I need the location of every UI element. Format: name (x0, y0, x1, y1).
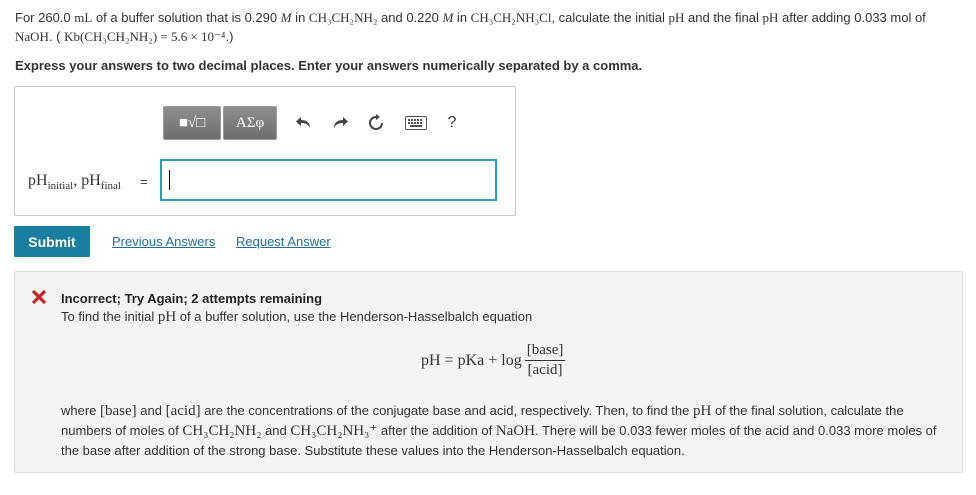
instructions: Express your answers to two decimal plac… (15, 58, 643, 73)
hint-segment: of a buffer solution, use the Henderson-… (176, 309, 533, 324)
text-caret (169, 170, 170, 190)
reset-button[interactable] (361, 108, 391, 138)
greek-icon: ΑΣφ (235, 114, 265, 131)
feedback-title: Incorrect; Try Again; 2 attempts remaini… (61, 291, 323, 306)
question-segment: . ( (48, 29, 65, 44)
unit-ml: mL (74, 10, 93, 25)
question-segment: , calculate the initial (551, 10, 669, 25)
question-segment: and the final (684, 10, 763, 25)
question-segment: in (291, 10, 309, 25)
templates-icon: ■√□ (178, 114, 206, 131)
answer-label: pHinitial, pHfinal (28, 172, 121, 192)
question-segment: in (453, 10, 471, 25)
ph-symbol: pH (157, 309, 177, 325)
base-formula: CH₃CH₂NH₂ (308, 10, 378, 25)
label-subscript-final: final (100, 180, 121, 193)
explanation-segment: after the addition of (377, 423, 496, 438)
conjugate-acid-formula: CH₃CH₂NH₃⁺ (290, 423, 378, 439)
request-answer-link[interactable]: Request Answer (236, 234, 331, 249)
question-segment: of a buffer solution that is 0.290 (92, 10, 281, 25)
fraction-denominator: [acid] (527, 362, 563, 378)
ph-symbol: pH (762, 10, 779, 25)
question-segment: and 0.220 (377, 10, 443, 25)
question-segment: after adding 0.033 mol of (778, 10, 926, 25)
acid-term: [acid] (165, 403, 201, 419)
templates-button[interactable]: ■√□ (163, 106, 221, 140)
henderson-hasselbalch-equation: pH = pKa + log [base] [acid] (421, 342, 566, 379)
redo-icon (334, 117, 348, 128)
kb-expression: Kb(CH₃CH₂NH₂) = 5.6 × 10⁻⁴ (64, 29, 226, 44)
explanation-segment: and (136, 403, 166, 418)
equation-fraction: [base] [acid] (524, 342, 566, 379)
explanation-segment: and (261, 423, 291, 438)
redo-button[interactable] (325, 108, 355, 138)
previous-answers-link[interactable]: Previous Answers (112, 234, 215, 249)
label-subscript-initial: initial (47, 180, 74, 193)
undo-icon (296, 117, 310, 128)
ph-symbol: pH (692, 403, 712, 419)
explanation-segment: are the concentrations of the conjugate … (200, 403, 693, 418)
incorrect-x-icon (31, 289, 47, 305)
undo-button[interactable] (289, 108, 319, 138)
acid-formula: CH₃CH₂NH₃Cl (470, 10, 552, 25)
reset-icon (369, 114, 383, 130)
hint-segment: To find the initial (61, 309, 158, 324)
help-icon: ? (447, 114, 457, 131)
naoh-formula: NaOH (495, 423, 535, 439)
explanation-segment: where (61, 403, 101, 418)
question-segment: For 260.0 (15, 10, 75, 25)
feedback-hint: To find the initial pH of a buffer solut… (61, 309, 532, 326)
ph-symbol: pH (668, 10, 685, 25)
help-button[interactable]: ? (437, 108, 467, 138)
ph-symbol: pH (28, 172, 48, 189)
math-toolbar: ■√□ ΑΣφ ? (163, 104, 467, 142)
unit-molarity: M (280, 10, 292, 25)
greek-symbols-button[interactable]: ΑΣφ (223, 106, 277, 140)
question-segment: .) (225, 29, 234, 44)
feedback-explanation: where [base] and [acid] are the concentr… (61, 401, 951, 460)
naoh-formula: NaOH (15, 29, 49, 44)
submit-button[interactable]: Submit (14, 226, 90, 257)
equation-lhs: pH = pKa + log (421, 351, 522, 369)
keyboard-icon (405, 116, 427, 130)
question-text: For 260.0 mL of a buffer solution that i… (15, 8, 965, 46)
fraction-numerator: [base] (524, 342, 566, 361)
ph-symbol: pH (81, 172, 101, 189)
keyboard-button[interactable] (401, 108, 431, 138)
base-term: [base] (100, 403, 137, 419)
unit-molarity: M (442, 10, 454, 25)
answer-input[interactable] (160, 159, 497, 201)
base-formula: CH₃CH₂NH₂ (182, 423, 262, 439)
equals-sign: = (140, 174, 148, 189)
